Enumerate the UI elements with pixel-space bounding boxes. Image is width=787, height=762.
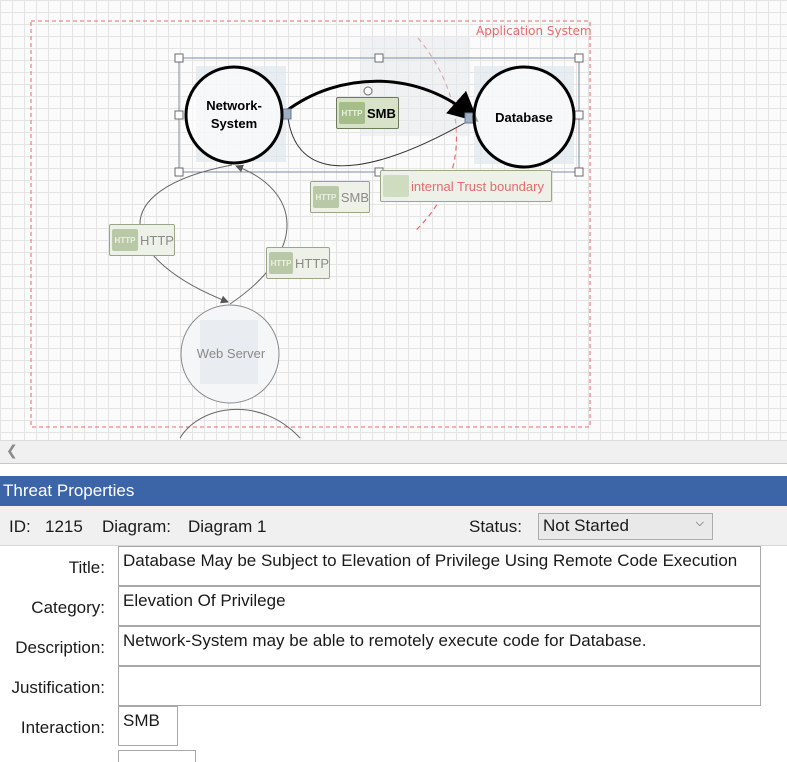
http-flow-label-right[interactable]: HTTP HTTP — [266, 247, 330, 279]
http-flow-right[interactable] — [229, 164, 288, 305]
justification-field[interactable] — [118, 666, 761, 706]
diagram-drawing — [30, 20, 591, 439]
title-label: Title: — [68, 558, 105, 577]
smb-selected-text: SMB — [367, 105, 396, 121]
scroll-left-icon[interactable]: ❮ — [6, 443, 18, 459]
panel-title: Threat Properties — [0, 476, 787, 506]
http-flow-label-left[interactable]: HTTP HTTP — [109, 224, 175, 256]
http-left-text: HTTP — [140, 232, 174, 248]
web-server-label: Web Server — [196, 346, 266, 361]
id-value: 1215 — [45, 517, 83, 536]
database-label: Database — [495, 110, 553, 125]
http-chip-icon: HTTP — [269, 252, 294, 274]
http-right-text: HTTP — [295, 255, 329, 271]
network-system-label: Network- System — [206, 98, 262, 131]
http-chip-icon: HTTP — [112, 229, 138, 251]
diagram-label: Diagram: — [102, 517, 171, 536]
internal-trust-label-box[interactable]: internal Trust boundary — [380, 170, 552, 202]
internal-trust-label: internal Trust boundary — [411, 178, 544, 194]
id-label: ID: — [9, 517, 31, 536]
threat-fields: Title: Database May be Subject to Elevat… — [0, 546, 787, 762]
application-system-label: Application System — [476, 24, 592, 38]
chevron-down-icon: ⌵ — [695, 517, 704, 529]
interaction-label: Interaction: — [20, 718, 105, 737]
status-value: Not Started — [543, 516, 629, 535]
diagram-canvas[interactable]: Network- System Database Web Server Appl… — [0, 0, 787, 440]
boundary-chip-icon — [383, 175, 409, 197]
diagram-value: Diagram 1 — [188, 517, 267, 536]
category-field[interactable]: Elevation Of Privilege — [118, 586, 761, 626]
description-label: Description: — [15, 638, 105, 657]
http-chip-icon: HTTP — [339, 102, 365, 124]
status-label: Status: — [469, 517, 522, 536]
smb-text: SMB — [340, 189, 369, 205]
extra-field-edge — [118, 750, 196, 762]
title-field[interactable]: Database May be Subject to Elevation of … — [118, 546, 761, 586]
justification-label: Justification: — [11, 678, 105, 697]
interaction-field[interactable]: SMB — [118, 706, 178, 746]
smb-flow-label[interactable]: HTTP SMB — [310, 181, 370, 213]
horizontal-scrollbar[interactable]: ❮ — [0, 440, 787, 464]
http-chip-icon: HTTP — [313, 186, 339, 208]
threat-info-row: ID: 1215 Diagram: Diagram 1 Status: Not … — [0, 506, 787, 546]
smb-flow-label-selected[interactable]: HTTP SMB — [336, 97, 399, 129]
category-label: Category: — [31, 598, 105, 617]
description-field[interactable]: Network-System may be able to remotely e… — [118, 626, 761, 666]
status-dropdown[interactable]: Not Started ⌵ — [538, 513, 713, 540]
